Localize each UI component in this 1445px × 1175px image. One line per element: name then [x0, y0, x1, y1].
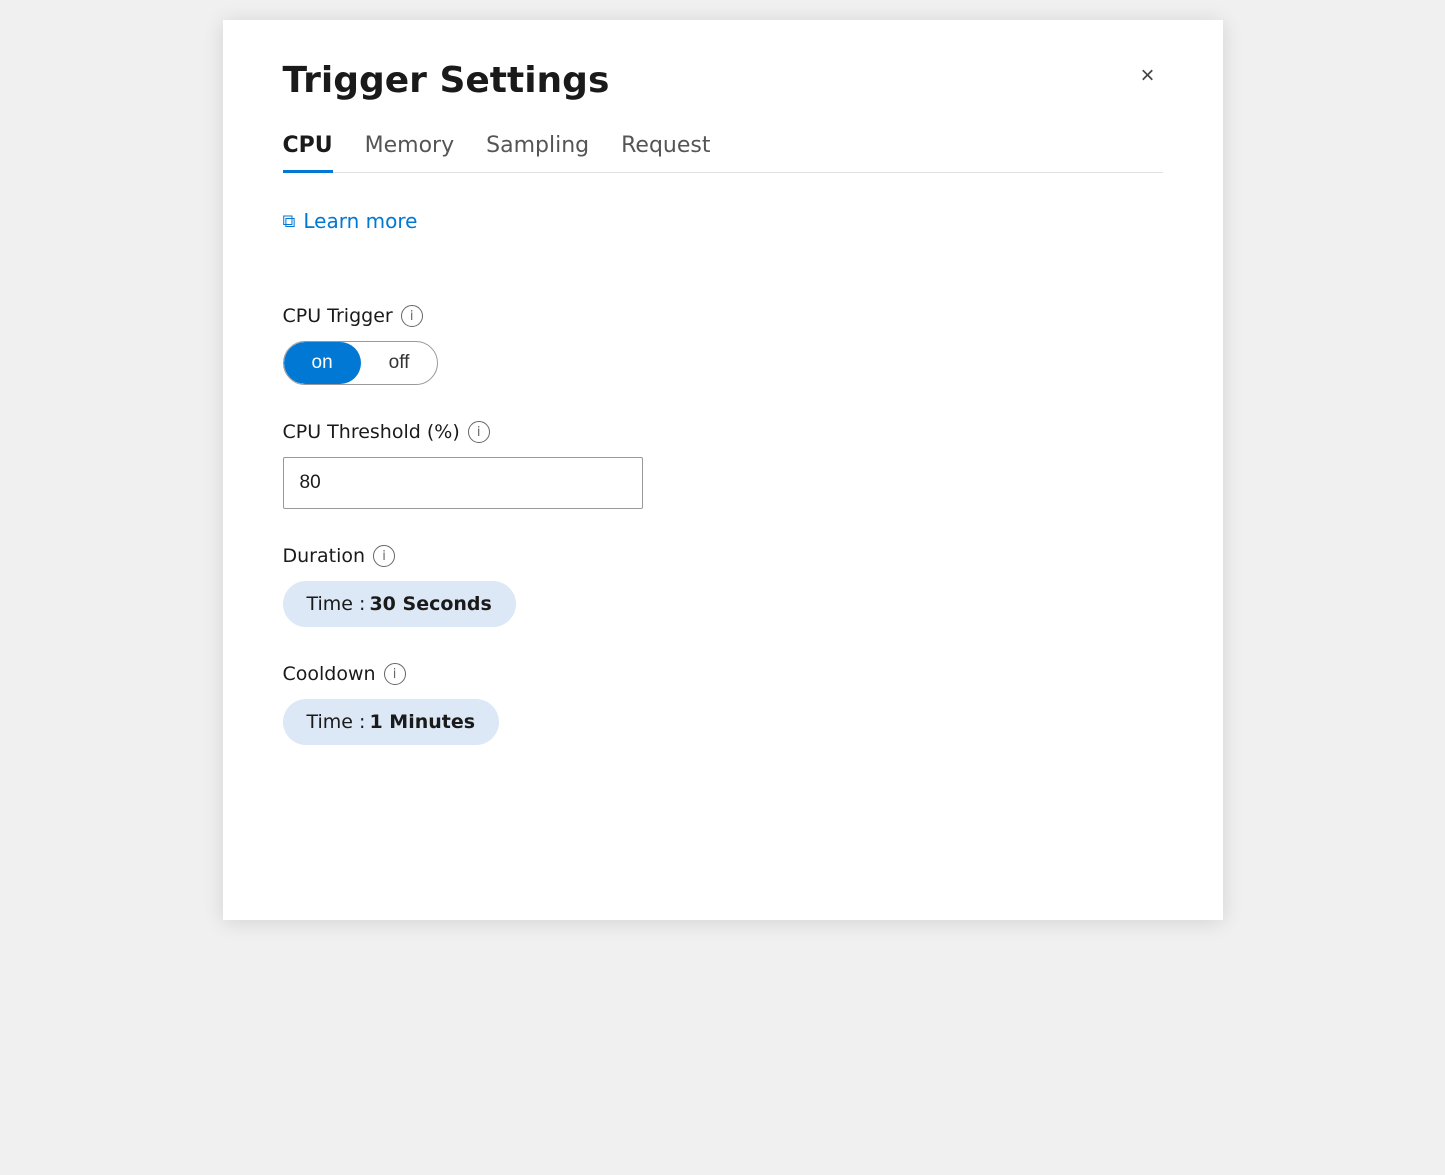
toggle-on-button[interactable]: on: [284, 342, 361, 384]
duration-label-row: Duration i: [283, 545, 1163, 567]
tab-memory[interactable]: Memory: [365, 133, 454, 173]
tabs-container: CPU Memory Sampling Request: [283, 133, 1163, 173]
tab-request[interactable]: Request: [621, 133, 710, 173]
cpu-trigger-label-row: CPU Trigger i: [283, 305, 1163, 327]
cpu-threshold-label: CPU Threshold (%): [283, 421, 460, 443]
cpu-threshold-input[interactable]: [283, 457, 643, 509]
toggle-off-button[interactable]: off: [361, 342, 438, 384]
duration-time-pill[interactable]: Time : 30 Seconds: [283, 581, 516, 627]
tab-cpu[interactable]: CPU: [283, 133, 333, 173]
learn-more-label: Learn more: [303, 209, 417, 233]
cpu-threshold-section: CPU Threshold (%) i: [283, 421, 1163, 509]
external-link-icon: ⧉: [283, 211, 296, 232]
close-button[interactable]: ×: [1132, 60, 1162, 92]
cooldown-time-pill[interactable]: Time : 1 Minutes: [283, 699, 500, 745]
cpu-trigger-label: CPU Trigger: [283, 305, 393, 327]
cooldown-time-value: 1 Minutes: [369, 711, 475, 733]
cpu-threshold-label-row: CPU Threshold (%) i: [283, 421, 1163, 443]
tab-sampling[interactable]: Sampling: [486, 133, 589, 173]
cooldown-label-row: Cooldown i: [283, 663, 1163, 685]
duration-info-icon[interactable]: i: [373, 545, 395, 567]
trigger-settings-dialog: Trigger Settings × CPU Memory Sampling R…: [223, 20, 1223, 920]
learn-more-link[interactable]: ⧉ Learn more: [283, 209, 418, 233]
cooldown-info-icon[interactable]: i: [384, 663, 406, 685]
cpu-trigger-section: CPU Trigger i on off: [283, 305, 1163, 385]
duration-time-value: 30 Seconds: [369, 593, 491, 615]
duration-section: Duration i Time : 30 Seconds: [283, 545, 1163, 627]
dialog-header: Trigger Settings ×: [283, 60, 1163, 101]
cooldown-time-prefix: Time :: [307, 711, 366, 733]
dialog-title: Trigger Settings: [283, 60, 610, 101]
duration-label: Duration: [283, 545, 366, 567]
cpu-trigger-toggle[interactable]: on off: [283, 341, 439, 385]
cpu-trigger-info-icon[interactable]: i: [401, 305, 423, 327]
cooldown-section: Cooldown i Time : 1 Minutes: [283, 663, 1163, 745]
duration-time-prefix: Time :: [307, 593, 366, 615]
cooldown-label: Cooldown: [283, 663, 376, 685]
cpu-threshold-info-icon[interactable]: i: [468, 421, 490, 443]
